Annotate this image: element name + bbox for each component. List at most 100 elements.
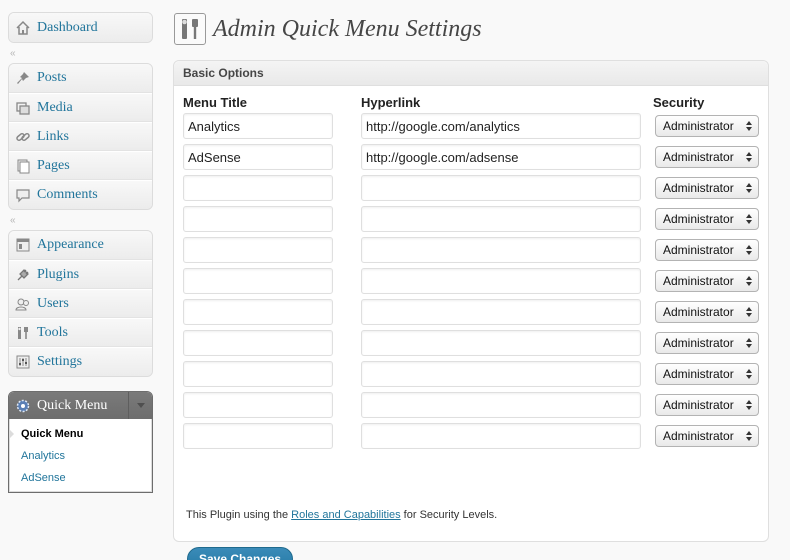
sidebar-item-tools[interactable]: Tools — [9, 318, 152, 347]
select-arrows-icon — [740, 426, 758, 446]
sidebar-item-label: Quick Menu — [37, 397, 108, 413]
security-select[interactable]: Administrator — [655, 115, 759, 137]
security-select-value: Administrator — [663, 181, 734, 195]
menu-title-input[interactable] — [183, 113, 333, 139]
settings-icon — [15, 354, 31, 370]
select-arrows-icon — [740, 302, 758, 322]
security-select[interactable]: Administrator — [655, 301, 759, 323]
select-arrows-icon — [740, 209, 758, 229]
security-select[interactable]: Administrator — [655, 363, 759, 385]
submenu-item-quick-menu[interactable]: Quick Menu — [9, 423, 151, 445]
hyperlink-input[interactable] — [361, 392, 641, 418]
page-header: Admin Quick Menu Settings — [173, 10, 769, 48]
hyperlink-input[interactable] — [361, 361, 641, 387]
menu-group-admin: Appearance Plugins Users Tools Settings — [8, 230, 153, 377]
sidebar-item-label: Links — [37, 128, 69, 144]
quick-menu-section: Quick Menu Quick Menu Analytics AdSense — [8, 391, 153, 493]
submenu-item-adsense[interactable]: AdSense — [10, 467, 151, 489]
menu-title-input[interactable] — [183, 237, 333, 263]
roles-capabilities-link[interactable]: Roles and Capabilities — [291, 509, 400, 521]
sidebar-item-dashboard[interactable]: Dashboard — [9, 13, 152, 42]
select-arrows-icon — [740, 240, 758, 260]
menu-title-input[interactable] — [183, 423, 333, 449]
security-select-value: Administrator — [663, 119, 734, 133]
hyperlink-input[interactable] — [361, 113, 641, 139]
menu-title-input[interactable] — [183, 392, 333, 418]
menu-row: Administrator — [183, 330, 759, 361]
menu-row: Administrator — [183, 299, 759, 330]
hyperlink-input[interactable] — [361, 144, 641, 170]
hyperlink-input[interactable] — [361, 330, 641, 356]
hyperlink-input[interactable] — [361, 299, 641, 325]
pushpin-icon — [15, 70, 31, 86]
sidebar-item-settings[interactable]: Settings — [9, 347, 152, 376]
menu-title-input[interactable] — [183, 299, 333, 325]
sidebar-item-label: Pages — [37, 157, 70, 173]
sidebar-item-users[interactable]: Users — [9, 289, 152, 318]
menu-row: Administrator — [183, 175, 759, 206]
save-changes-button[interactable]: Save Changes — [187, 547, 294, 560]
sidebar-item-label: Plugins — [37, 266, 80, 282]
security-select[interactable]: Administrator — [655, 146, 759, 168]
hyperlink-input[interactable] — [361, 423, 641, 449]
sidebar-item-label: Tools — [37, 324, 68, 340]
menu-title-input[interactable] — [183, 361, 333, 387]
security-note: This Plugin using the Roles and Capabili… — [186, 509, 497, 521]
security-select[interactable]: Administrator — [655, 177, 759, 199]
menu-separator: « — [10, 47, 16, 59]
column-header-menu-title: Menu Title — [183, 95, 248, 110]
security-select[interactable]: Administrator — [655, 208, 759, 230]
security-select-value: Administrator — [663, 336, 734, 350]
select-arrows-icon — [740, 333, 758, 353]
security-select[interactable]: Administrator — [655, 394, 759, 416]
page-title: Admin Quick Menu Settings — [213, 15, 482, 42]
users-icon — [15, 296, 31, 312]
select-arrows-icon — [740, 147, 758, 167]
sidebar-item-label: Dashboard — [37, 19, 98, 35]
sidebar-item-label: Posts — [37, 70, 67, 85]
security-select-value: Administrator — [663, 212, 734, 226]
sidebar-item-label: Appearance — [37, 237, 104, 252]
security-select[interactable]: Administrator — [655, 239, 759, 261]
hyperlink-input[interactable] — [361, 268, 641, 294]
hyperlink-input[interactable] — [361, 175, 641, 201]
sidebar-item-plugins[interactable]: Plugins — [9, 260, 152, 289]
security-select[interactable]: Administrator — [655, 332, 759, 354]
column-header-security: Security — [653, 95, 705, 110]
sidebar-item-label: Settings — [37, 354, 83, 369]
admin-sidebar: Dashboard « Posts Media Links Pages Comments… — [8, 12, 153, 493]
submenu-item-analytics[interactable]: Analytics — [10, 445, 151, 467]
sidebar-item-comments[interactable]: Comments — [9, 180, 152, 209]
main-content: Admin Quick Menu Settings Basic Options … — [173, 10, 769, 560]
menu-title-input[interactable] — [183, 175, 333, 201]
security-select-value: Administrator — [663, 305, 734, 319]
media-icon — [15, 100, 31, 116]
gear-icon — [15, 398, 31, 414]
menu-row: Administrator — [183, 423, 759, 454]
menu-title-input[interactable] — [183, 206, 333, 232]
sidebar-item-media[interactable]: Media — [9, 93, 152, 122]
sidebar-item-label: Media — [37, 99, 73, 115]
sidebar-item-quick-menu[interactable]: Quick Menu — [9, 392, 152, 419]
sidebar-item-posts[interactable]: Posts — [9, 64, 152, 93]
security-select-value: Administrator — [663, 398, 734, 412]
menu-title-input[interactable] — [183, 268, 333, 294]
security-select-value: Administrator — [663, 429, 734, 443]
menu-title-input[interactable] — [183, 144, 333, 170]
note-prefix: This Plugin using the — [186, 509, 292, 521]
hyperlink-input[interactable] — [361, 237, 641, 263]
sidebar-item-links[interactable]: Links — [9, 122, 152, 151]
security-select[interactable]: Administrator — [655, 270, 759, 292]
select-arrows-icon — [740, 116, 758, 136]
submenu-toggle-icon[interactable] — [128, 392, 152, 419]
select-arrows-icon — [740, 364, 758, 384]
sidebar-item-pages[interactable]: Pages — [9, 151, 152, 180]
hyperlink-input[interactable] — [361, 206, 641, 232]
select-arrows-icon — [740, 271, 758, 291]
menu-row: Administrator — [183, 392, 759, 423]
security-select[interactable]: Administrator — [655, 425, 759, 447]
menu-title-input[interactable] — [183, 330, 333, 356]
sidebar-item-appearance[interactable]: Appearance — [9, 231, 152, 260]
menu-row: Administrator — [183, 144, 759, 175]
menu-row: Administrator — [183, 361, 759, 392]
